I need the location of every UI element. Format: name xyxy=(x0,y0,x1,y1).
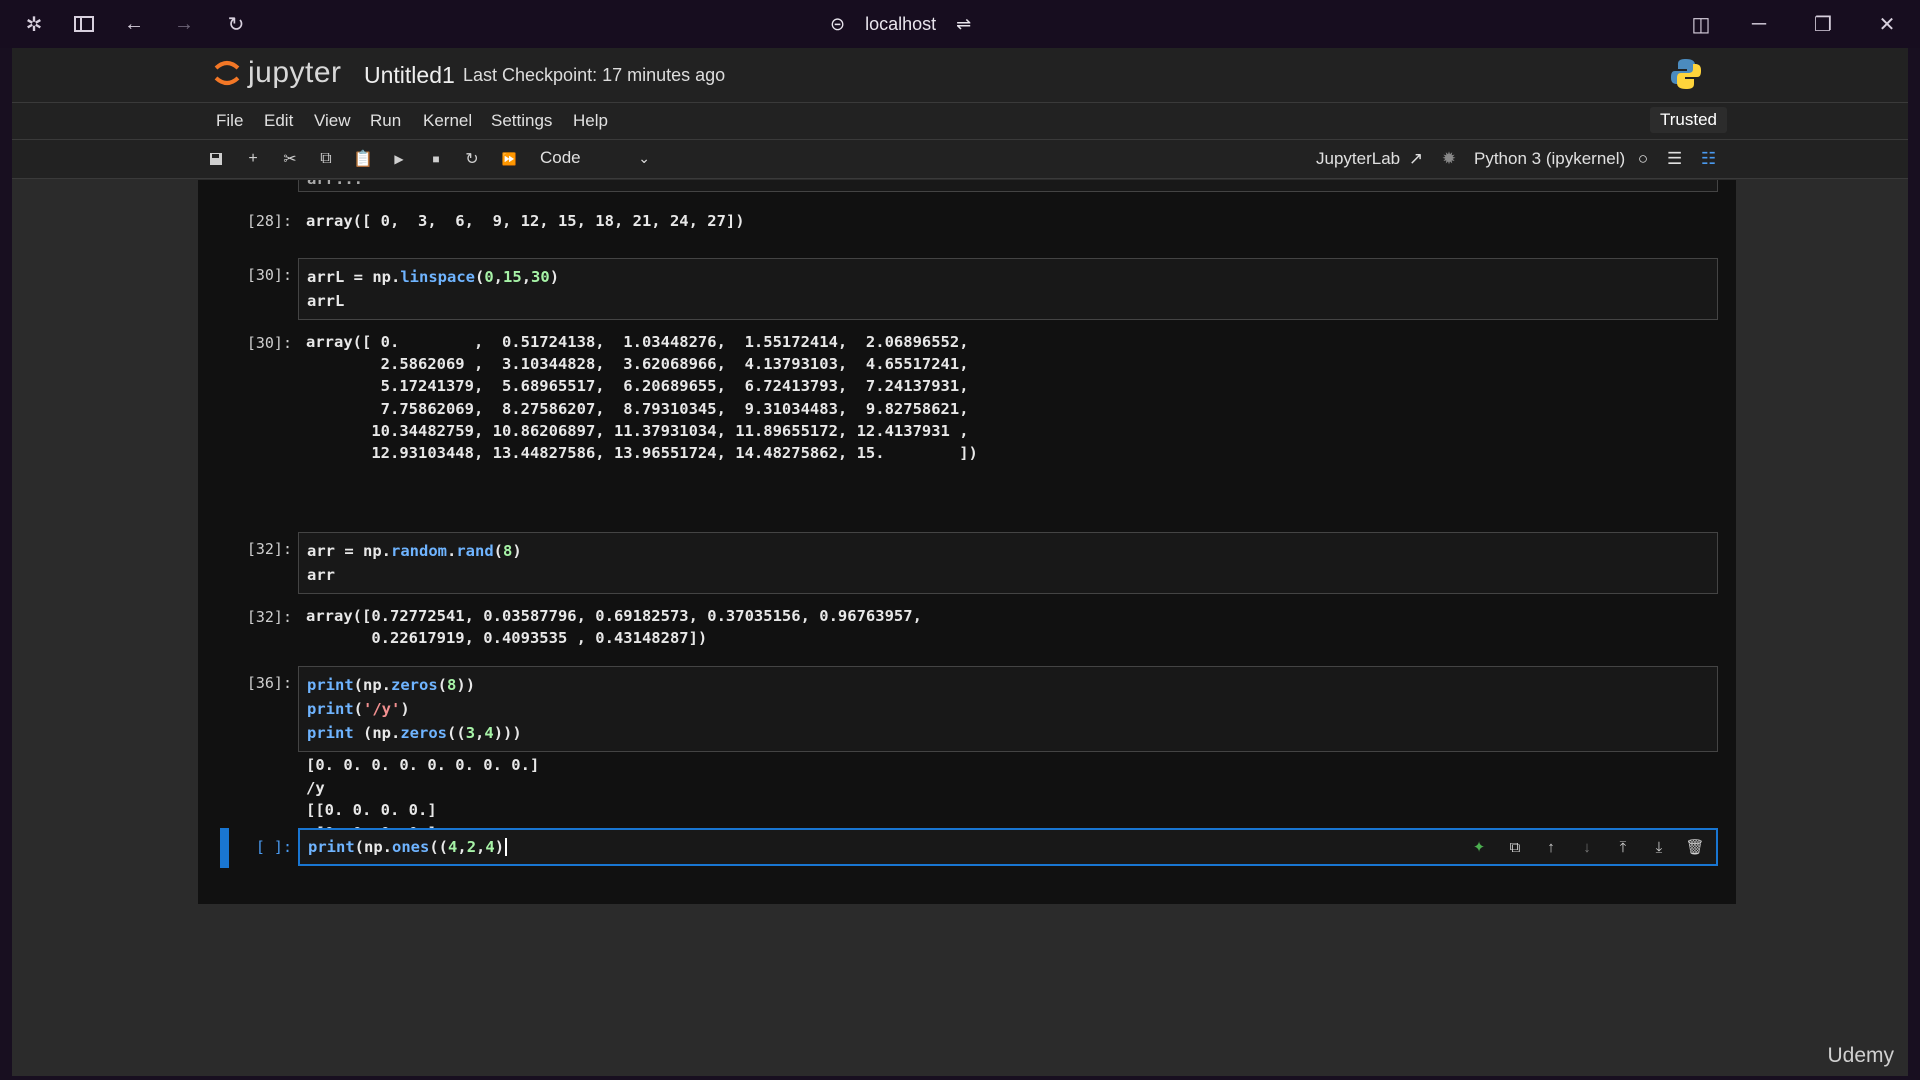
run-icon[interactable]: ▶ xyxy=(388,148,410,170)
save-icon[interactable] xyxy=(205,148,227,170)
jupyter-logo[interactable]: jupyter xyxy=(212,56,342,90)
kernel-name: Python 3 (ipykernel) xyxy=(1474,149,1626,168)
duplicate-cell-icon[interactable]: ⧉ xyxy=(1504,836,1526,858)
forward-icon[interactable]: → xyxy=(170,10,198,38)
insert-below-icon[interactable]: ⤓ xyxy=(1648,836,1670,858)
menu-run[interactable]: Run xyxy=(370,111,401,131)
paste-icon[interactable]: 📋 xyxy=(352,148,374,170)
move-up-icon[interactable]: ↑ xyxy=(1540,836,1562,858)
code-line: arrL xyxy=(307,292,345,310)
input-prompt: [ ]: xyxy=(255,838,292,856)
menu-help[interactable]: Help xyxy=(573,111,608,131)
jupyter-logo-icon xyxy=(214,61,240,85)
menu-settings[interactable]: Settings xyxy=(491,111,552,131)
code-line: arr xyxy=(307,566,335,584)
debugger-icon[interactable]: ✹ xyxy=(1442,149,1456,168)
cut-icon[interactable]: ✂ xyxy=(279,148,301,170)
address-bar[interactable]: ⊝ localhost ⇌ xyxy=(830,12,971,36)
notebook-header: jupyter Untitled1 Last Checkpoint: 17 mi… xyxy=(12,48,1908,103)
copy-icon[interactable]: ⧉ xyxy=(315,148,337,170)
code-line: print (np.zeros((3,4))) xyxy=(307,724,522,742)
code-line: arrL = np.linspace(0,15,30) xyxy=(307,268,560,286)
active-code-cell[interactable]: print(np.ones((4,2,4) ✦ ⧉ ↑ ↓ ⤒ ⤓ 🗑 xyxy=(298,828,1718,866)
cell-output: array([0.72772541, 0.03587796, 0.6918257… xyxy=(306,607,922,647)
code-line[interactable]: print(np.ones((4,2,4) xyxy=(308,838,508,856)
sidebar-toggle-icon[interactable] xyxy=(70,10,98,38)
notebook-title[interactable]: Untitled1 xyxy=(364,62,455,89)
kernel-idle-icon: ○ xyxy=(1637,149,1649,168)
menu-view[interactable]: View xyxy=(314,111,351,131)
site-settings-icon[interactable]: ⇌ xyxy=(956,14,971,35)
url-text: localhost xyxy=(865,13,937,34)
fast-forward-icon[interactable]: ⏩ xyxy=(498,148,520,170)
input-prompt: [32]: xyxy=(246,540,292,558)
code-line: print('/y') xyxy=(307,700,410,718)
active-cell-indicator xyxy=(220,828,229,868)
jupyter-app: jupyter Untitled1 Last Checkpoint: 17 mi… xyxy=(12,48,1908,1076)
browser-title-bar: ✲ ← → ↻ ⊝ localhost ⇌ ◫ ─ ❐ ✕ xyxy=(0,0,1920,48)
notebook-toolbar: + ✂ ⧉ 📋 ▶ ■ ↻ ⏩ Code ⌄ JupyterLab ↗ ✹ Py… xyxy=(12,140,1908,179)
delete-cell-icon[interactable]: 🗑 xyxy=(1684,836,1706,858)
code-line: arr = np.random.rand(8) xyxy=(307,542,522,560)
output-prompt: [28]: xyxy=(246,212,292,230)
back-icon[interactable]: ← xyxy=(120,10,148,38)
add-cell-icon[interactable]: + xyxy=(242,148,264,170)
trusted-indicator[interactable]: Trusted xyxy=(1650,107,1728,133)
menu-edit[interactable]: Edit xyxy=(264,111,293,131)
python-logo-icon xyxy=(1668,56,1704,97)
menu-bar: File Edit View Run Kernel Settings Help … xyxy=(12,103,1908,140)
ai-sparkle-icon[interactable]: ✦ xyxy=(1468,836,1490,858)
chevron-down-icon: ⌄ xyxy=(638,149,650,166)
output-prompt: [32]: xyxy=(246,608,292,626)
restart-icon[interactable]: ↻ xyxy=(461,148,483,170)
menu-file[interactable]: File xyxy=(216,111,243,131)
checkpoint-status: Last Checkpoint: 17 minutes ago xyxy=(463,65,726,85)
restore-icon[interactable]: ❐ xyxy=(1808,10,1838,38)
notebook-panel[interactable]: arr... [28]: array([ 0, 3, 6, 9, 12, 15,… xyxy=(198,180,1736,904)
cell-output: array([ 0, 3, 6, 9, 12, 15, 18, 21, 24, … xyxy=(306,212,745,230)
kernel-status[interactable]: Python 3 (ipykernel) ○ ☰ ☷ xyxy=(1474,149,1716,169)
property-inspector-icon[interactable]: ☷ xyxy=(1701,149,1716,168)
insert-above-icon[interactable]: ⤒ xyxy=(1612,836,1634,858)
reload-icon[interactable]: ↻ xyxy=(222,10,250,38)
code-cell[interactable]: arrL = np.linspace(0,15,30) arrL xyxy=(298,258,1718,320)
split-view-icon[interactable]: ◫ xyxy=(1686,10,1716,38)
stop-icon[interactable]: ■ xyxy=(425,148,447,170)
cell-toolbar: ✦ ⧉ ↑ ↓ ⤒ ⤓ 🗑 xyxy=(1468,836,1706,858)
cell-output: array([ 0. , 0.51724138, 1.03448276, 1.5… xyxy=(306,333,978,463)
list-icon[interactable]: ☰ xyxy=(1667,149,1682,168)
external-link-icon: ↗ xyxy=(1408,149,1424,168)
minimize-icon[interactable]: ─ xyxy=(1744,10,1774,38)
code-cell-partial[interactable]: arr... xyxy=(298,180,1718,192)
code-cell[interactable]: arr = np.random.rand(8) arr xyxy=(298,532,1718,594)
jupyter-logo-text: jupyter xyxy=(248,56,342,89)
cell-code: arr... xyxy=(307,180,363,188)
code-cell[interactable]: print(np.zeros(8)) print('/y') print (np… xyxy=(298,666,1718,752)
output-prompt: [30]: xyxy=(246,334,292,352)
link-icon: ⊝ xyxy=(830,13,846,34)
input-prompt: [30]: xyxy=(246,266,292,284)
input-prompt: [36]: xyxy=(246,674,292,692)
code-line: print(np.zeros(8)) xyxy=(307,676,476,694)
udemy-watermark: Udemy xyxy=(1827,1044,1894,1067)
move-down-icon[interactable]: ↓ xyxy=(1576,836,1598,858)
browser-menu-icon[interactable]: ✲ xyxy=(20,10,48,38)
menu-kernel[interactable]: Kernel xyxy=(423,111,472,131)
close-icon[interactable]: ✕ xyxy=(1872,10,1902,38)
cell-type-select[interactable]: Code ⌄ xyxy=(540,145,650,171)
cell-type-label: Code xyxy=(540,148,581,167)
jupyterlab-link[interactable]: JupyterLab ↗ ✹ xyxy=(1316,149,1456,169)
jupyterlab-label: JupyterLab xyxy=(1316,149,1401,168)
